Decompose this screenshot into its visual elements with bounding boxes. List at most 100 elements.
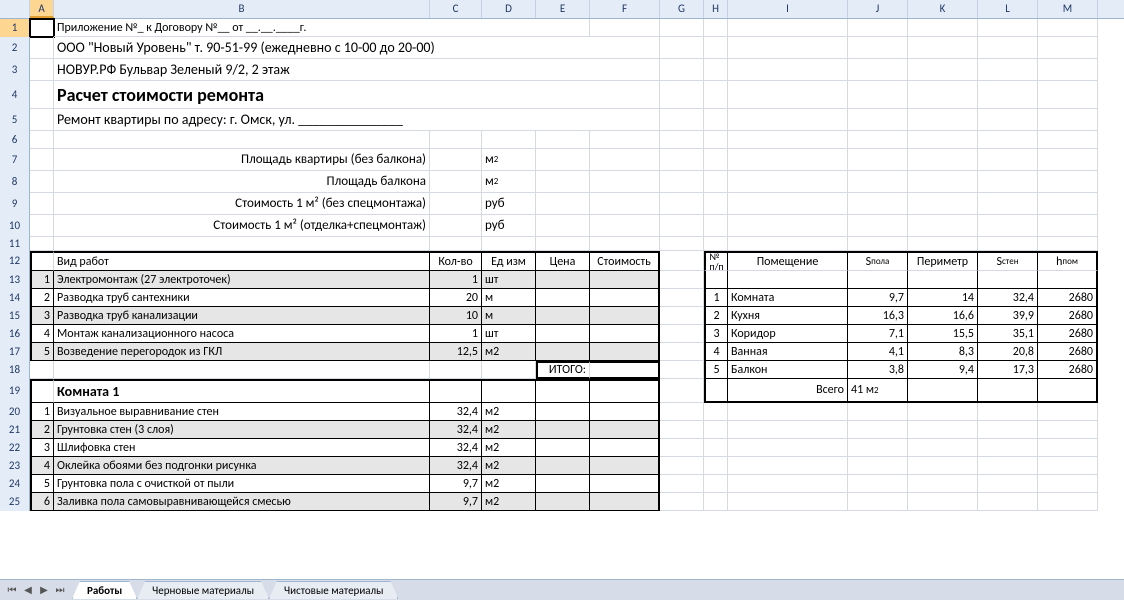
row-header-3[interactable]: 3 xyxy=(0,59,30,81)
row-header-12[interactable]: 12 xyxy=(0,251,30,271)
param-val-r10[interactable] xyxy=(430,215,482,237)
room-p-15: 16,6 xyxy=(908,307,978,325)
row-header-11[interactable]: 11 xyxy=(0,237,30,251)
room-s-18: 3,8 xyxy=(848,361,908,379)
work2-unit-24: м2 xyxy=(482,475,536,493)
room1-e xyxy=(536,379,590,403)
appendix-line: Приложение №_ к Договору №__ от __.__.__… xyxy=(54,19,590,37)
column-headers[interactable]: ABCDEFGHIJKLM xyxy=(0,0,1124,19)
col-header-G[interactable]: G xyxy=(660,0,704,18)
room-p-16: 15,5 xyxy=(908,325,978,343)
param-val-r7[interactable] xyxy=(430,149,482,171)
row-header-14[interactable]: 14 xyxy=(0,289,30,307)
work-unit-17: м2 xyxy=(482,343,536,361)
tab-nav-buttons[interactable]: ⏮ ◀ ▶ ⏭ xyxy=(0,582,72,598)
work2-qty-24: 9,7 xyxy=(430,475,482,493)
col-header-B[interactable]: B xyxy=(54,0,430,18)
tab-chernovye[interactable]: Черновые материалы xyxy=(137,581,269,599)
work2-price-22 xyxy=(536,439,590,457)
col-header-D[interactable]: D xyxy=(482,0,536,18)
row-header-13[interactable]: 13 xyxy=(0,271,30,289)
work2-name-20: Визуальное выравнивание стен xyxy=(54,403,430,421)
tab-prev-icon[interactable]: ◀ xyxy=(20,582,36,598)
tab-chistovye[interactable]: Чистовые материалы xyxy=(269,581,398,599)
room-s-16: 7,1 xyxy=(848,325,908,343)
room-h-18: 2680 xyxy=(1038,361,1098,379)
room-h-16: 2680 xyxy=(1038,325,1098,343)
param-val-r8[interactable] xyxy=(430,171,482,193)
work2-qty-22: 32,4 xyxy=(430,439,482,457)
work2-name-23: Оклейка обоями без подгонки рисунка xyxy=(54,457,430,475)
sheet-tab-bar: ⏮ ◀ ▶ ⏭ Работы Черновые материалы Чистов… xyxy=(0,579,1124,600)
tab-raboty[interactable]: Работы xyxy=(72,581,137,599)
room-name-14: Комната xyxy=(728,289,848,307)
room1-n xyxy=(30,379,54,403)
room1-c xyxy=(430,379,482,403)
work2-name-22: Шлифовка стен xyxy=(54,439,430,457)
room-p-14: 14 xyxy=(908,289,978,307)
work2-name-21: Грунтовка стен (3 слоя) xyxy=(54,421,430,439)
row-header-21[interactable]: 21 xyxy=(0,421,30,439)
row-header-4[interactable]: 4 xyxy=(0,81,30,109)
col-header-L[interactable]: L xyxy=(978,0,1038,18)
row-header-25[interactable]: 25 xyxy=(0,493,30,511)
work-name-15: Разводка труб канализации xyxy=(54,307,430,325)
room-n-14: 1 xyxy=(704,289,728,307)
row-header-20[interactable]: 20 xyxy=(0,403,30,421)
col-header-F[interactable]: F xyxy=(590,0,660,18)
row-header-7[interactable]: 7 xyxy=(0,149,30,171)
row-header-18[interactable]: 18 xyxy=(0,361,30,379)
row-header-16[interactable]: 16 xyxy=(0,325,30,343)
col-header-H[interactable]: H xyxy=(704,0,728,18)
row-header-19[interactable]: 19 xyxy=(0,379,30,403)
work2-unit-25: м2 xyxy=(482,493,536,511)
tab-next-icon[interactable]: ▶ xyxy=(36,582,52,598)
room-n-17: 4 xyxy=(704,343,728,361)
tab-last-icon[interactable]: ⏭ xyxy=(52,582,68,598)
address-line: НОВУР.РФ Бульвар Зеленый 9/2, 2 этаж xyxy=(54,59,660,81)
col-header-I[interactable]: I xyxy=(728,0,848,18)
row-header-17[interactable]: 17 xyxy=(0,343,30,361)
works-head-qty: Кол-во xyxy=(430,251,482,271)
spreadsheet-area[interactable]: ABCDEFGHIJKLM 1 Приложение №_ к Договору … xyxy=(0,0,1124,580)
work2-name-25: Заливка пола самовыравнивающейся смесью xyxy=(54,493,430,511)
rooms-head-ssten: Sстен xyxy=(978,251,1038,271)
room-s-17: 4,1 xyxy=(848,343,908,361)
work2-price-23 xyxy=(536,457,590,475)
work2-cost-22 xyxy=(590,439,660,457)
row-header-8[interactable]: 8 xyxy=(0,171,30,193)
rooms-total-l xyxy=(978,379,1038,403)
room-sw-18: 17,3 xyxy=(978,361,1038,379)
col-header-E[interactable]: E xyxy=(536,0,590,18)
col-header-K[interactable]: K xyxy=(908,0,978,18)
row-header-22[interactable]: 22 xyxy=(0,439,30,457)
row-header-10[interactable]: 10 xyxy=(0,215,30,237)
company-line: ООО "Новый Уровень" т. 90-51-99 (ежеднев… xyxy=(54,37,660,59)
row-header-23[interactable]: 23 xyxy=(0,457,30,475)
cell-A1[interactable] xyxy=(30,19,54,37)
work2-qty-20: 32,4 xyxy=(430,403,482,421)
row-header-24[interactable]: 24 xyxy=(0,475,30,493)
col-header-A[interactable]: A xyxy=(30,0,54,18)
row-header-1[interactable]: 1 xyxy=(0,19,30,37)
col-header-M[interactable]: M xyxy=(1038,0,1098,18)
select-all-corner[interactable] xyxy=(0,0,30,18)
room-h-14: 2680 xyxy=(1038,289,1098,307)
room-n-16: 3 xyxy=(704,325,728,343)
row-header-5[interactable]: 5 xyxy=(0,109,30,131)
work-cost-15 xyxy=(590,307,660,325)
row-header-2[interactable]: 2 xyxy=(0,37,30,59)
rooms-total-val: 41 м2 xyxy=(848,379,908,403)
param-label-r7: Площадь квартиры (без балкона) xyxy=(54,149,430,171)
work-qty-13: 1 xyxy=(430,271,482,289)
col-header-J[interactable]: J xyxy=(848,0,908,18)
row-header-6[interactable]: 6 xyxy=(0,131,30,149)
param-val-r9[interactable] xyxy=(430,193,482,215)
tab-first-icon[interactable]: ⏮ xyxy=(4,582,20,598)
row-header-15[interactable]: 15 xyxy=(0,307,30,325)
col-header-C[interactable]: C xyxy=(430,0,482,18)
room-n-15: 2 xyxy=(704,307,728,325)
row-header-9[interactable]: 9 xyxy=(0,193,30,215)
room-s-14: 9,7 xyxy=(848,289,908,307)
work-cost-16 xyxy=(590,325,660,343)
